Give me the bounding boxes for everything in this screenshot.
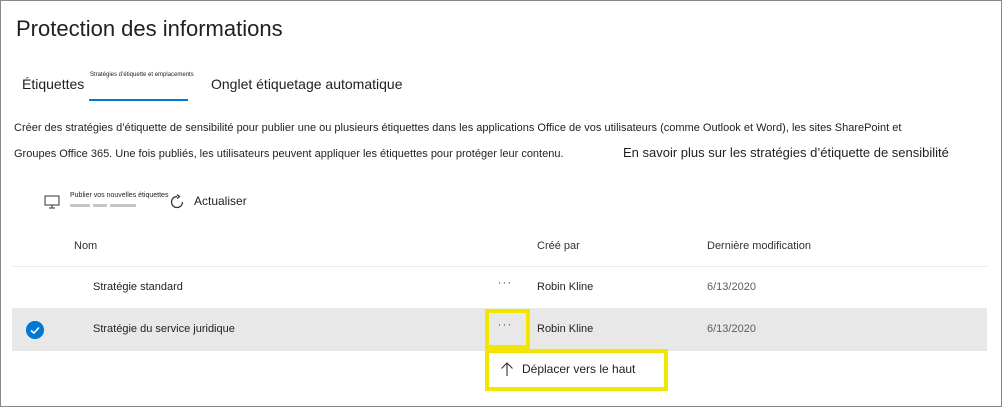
- modified-date: 6/13/2020: [707, 281, 756, 293]
- refresh-label: Actualiser: [194, 194, 247, 208]
- publish-labels-button[interactable]: Publier vos nouvelles étiquettes: [44, 190, 184, 212]
- tab-etiquetage-automatique[interactable]: Onglet étiquetage automatique: [211, 76, 402, 92]
- policy-name: Stratégie standard: [93, 281, 183, 293]
- column-header-name[interactable]: Nom: [74, 240, 97, 252]
- created-by: Robin Kline: [537, 323, 594, 335]
- description-line-2: Groupes Office 365. Une fois publiés, le…: [14, 148, 564, 160]
- tab-strategies[interactable]: Stratégies d’étiquette et emplacements: [90, 72, 194, 78]
- monitor-icon: [44, 195, 60, 209]
- arrow-up-icon: [501, 362, 513, 376]
- description-line-1: Créer des stratégies d’étiquette de sens…: [14, 122, 902, 134]
- ghost-text-strip: [70, 204, 136, 207]
- learn-more-link[interactable]: En savoir plus sur les stratégies d’étiq…: [623, 145, 949, 160]
- more-options-button[interactable]: ···: [496, 275, 514, 289]
- publish-labels-label: Publier vos nouvelles étiquettes: [70, 192, 169, 199]
- modified-date: 6/13/2020: [707, 323, 756, 335]
- more-options-highlight: [485, 309, 530, 349]
- table-row[interactable]: Stratégie standard ··· Robin Kline 6/13/…: [12, 267, 987, 309]
- checkmark-circle-icon[interactable]: [26, 321, 44, 339]
- policy-name: Stratégie du service juridique: [93, 323, 235, 335]
- column-header-modified[interactable]: Dernière modification: [707, 240, 811, 252]
- tab-selected-indicator: [89, 99, 188, 101]
- column-header-created-by[interactable]: Créé par: [537, 240, 580, 252]
- move-up-menu-item[interactable]: Déplacer vers le haut: [485, 349, 668, 391]
- move-up-label: Déplacer vers le haut: [522, 362, 636, 376]
- tab-etiquettes[interactable]: Étiquettes: [22, 76, 84, 92]
- created-by: Robin Kline: [537, 281, 594, 293]
- page-title: Protection des informations: [16, 16, 283, 41]
- refresh-icon: [170, 194, 184, 209]
